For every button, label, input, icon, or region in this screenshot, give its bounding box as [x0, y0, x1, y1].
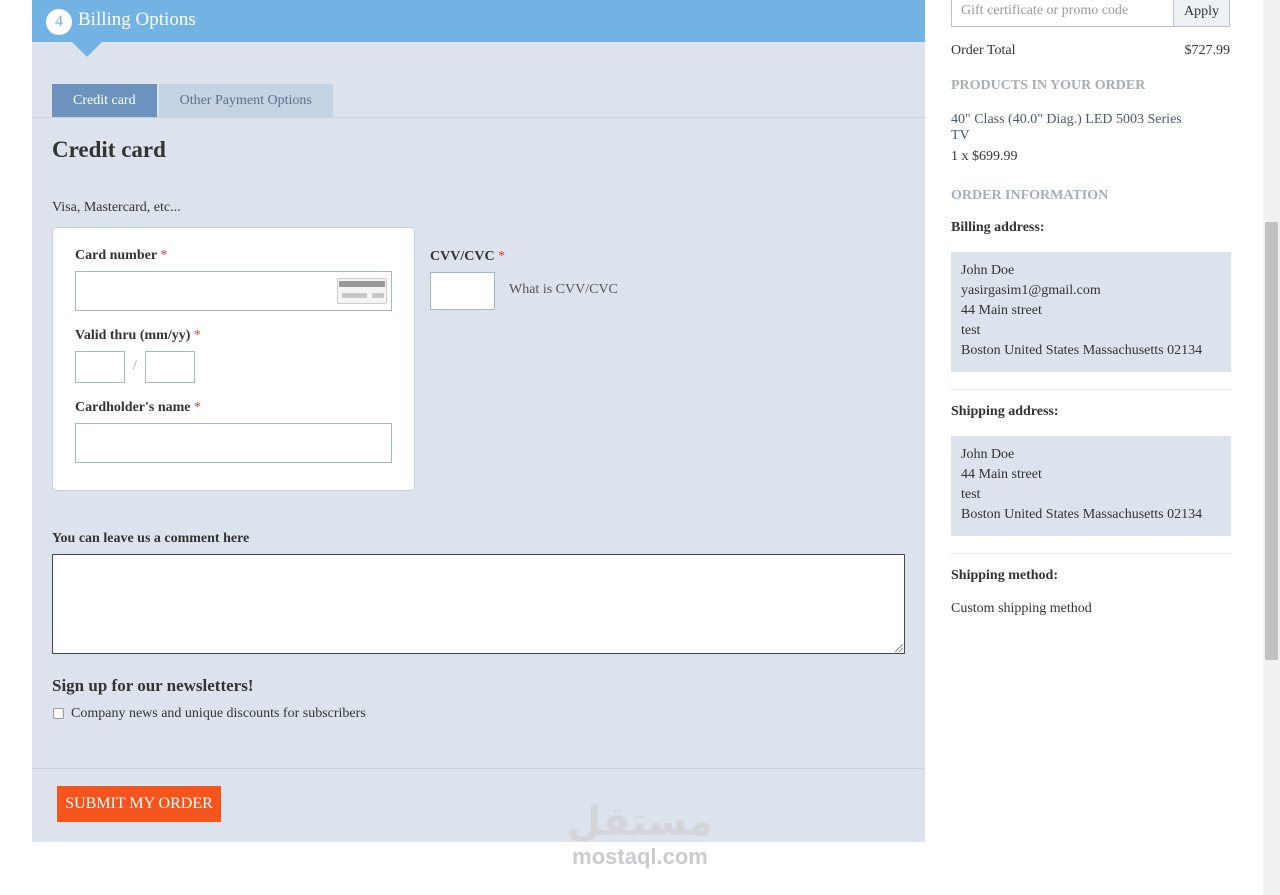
- billing-line2: test: [961, 323, 981, 338]
- expiry-month-input[interactable]: [75, 351, 125, 383]
- shipping-method-label: Shipping method:: [951, 568, 1058, 583]
- footer-divider: [32, 768, 925, 769]
- billing-panel: 4 Billing Options Credit card Other Paym…: [32, 0, 925, 842]
- valid-thru-label-text: Valid thru (mm/yy): [75, 328, 191, 343]
- promo-code-placeholder: Gift certificate or promo code: [961, 3, 1129, 18]
- billing-address-label: Billing address:: [951, 220, 1045, 235]
- cardholder-label: Cardholder's name *: [75, 400, 201, 416]
- submit-order-button[interactable]: SUBMIT MY ORDER: [57, 786, 221, 822]
- billing-address-box: John Doe yasirgasim1@gmail.com 44 Main s…: [951, 252, 1231, 372]
- shipping-line2: test: [961, 487, 981, 502]
- tabs-divider: [32, 117, 925, 118]
- cardholder-name-input[interactable]: [75, 423, 392, 463]
- cvv-label: CVV/CVC *: [430, 249, 505, 265]
- section-title: Billing Options: [78, 9, 196, 30]
- required-mark: *: [498, 249, 506, 264]
- date-separator: /: [133, 358, 137, 373]
- shipping-method-value: Custom shipping method: [951, 601, 1092, 616]
- shipping-city: Boston United States Massachusetts 02134: [961, 507, 1203, 522]
- promo-code-input[interactable]: Gift certificate or promo code: [951, 0, 1174, 27]
- payment-tabs: Credit card Other Payment Options: [52, 84, 335, 117]
- required-mark: *: [193, 328, 201, 343]
- scrollbar-thumb[interactable]: [1265, 222, 1278, 660]
- card-number-input[interactable]: [75, 271, 392, 311]
- shipping-address-box: John Doe 44 Main street test Boston Unit…: [951, 436, 1231, 536]
- sidebar-divider: [951, 553, 1231, 554]
- card-number-label: Card number *: [75, 248, 167, 264]
- billing-city: Boston United States Massachusetts 02134: [961, 343, 1203, 358]
- card-number-label-text: Card number: [75, 248, 157, 263]
- watermark: مستقل mostaql.com: [555, 800, 725, 870]
- order-total-label: Order Total: [951, 43, 1016, 58]
- order-total-value: $727.99: [1184, 43, 1231, 58]
- billing-name: John Doe: [961, 263, 1015, 278]
- newsletter-heading: Sign up for our newsletters!: [52, 676, 254, 695]
- credit-card-subtitle: Visa, Mastercard, etc...: [52, 200, 181, 215]
- product-name-link[interactable]: 40" Class (40.0" Diag.) LED 5003 Series …: [951, 112, 1201, 144]
- comment-label: You can leave us a comment here: [52, 531, 250, 546]
- step-number-badge: 4: [46, 9, 72, 35]
- required-mark: *: [194, 400, 201, 415]
- product-quantity-price: 1 x $699.99: [951, 149, 1018, 164]
- watermark-logo-arabic: مستقل: [566, 799, 714, 845]
- section-header: 4 Billing Options: [32, 0, 925, 42]
- shipping-street: 44 Main street: [961, 467, 1042, 482]
- shipping-address-label: Shipping address:: [951, 404, 1059, 419]
- shipping-name: John Doe: [961, 447, 1015, 462]
- newsletter-checkbox[interactable]: [53, 708, 64, 719]
- newsletter-option-label[interactable]: Company news and unique discounts for su…: [71, 706, 366, 722]
- comment-textarea[interactable]: [52, 554, 905, 654]
- billing-email: yasirgasim1@gmail.com: [961, 283, 1101, 298]
- header-pointer-icon: [72, 42, 102, 57]
- cvv-help-link[interactable]: What is CVV/CVC: [509, 282, 618, 298]
- cvv-input[interactable]: [430, 272, 495, 310]
- cardholder-label-text: Cardholder's name: [75, 400, 191, 415]
- watermark-logo-latin: mostaql.com: [572, 844, 708, 869]
- credit-card-heading: Credit card: [52, 137, 166, 162]
- tab-other-payment-options[interactable]: Other Payment Options: [158, 84, 333, 117]
- apply-promo-button[interactable]: Apply: [1173, 0, 1230, 27]
- billing-street: 44 Main street: [961, 303, 1042, 318]
- credit-card-icon: [337, 278, 387, 304]
- card-details-box: Card number * Valid thru (mm/yy) * / Car…: [52, 227, 415, 491]
- order-info-heading: ORDER INFORMATION: [951, 188, 1109, 203]
- sidebar-divider: [951, 389, 1231, 390]
- valid-thru-label: Valid thru (mm/yy) *: [75, 328, 201, 344]
- cvv-label-text: CVV/CVC: [430, 249, 495, 264]
- products-heading: PRODUCTS IN YOUR ORDER: [951, 78, 1146, 93]
- required-mark: *: [160, 248, 168, 263]
- resize-handle-icon[interactable]: [895, 644, 903, 652]
- tab-credit-card[interactable]: Credit card: [52, 84, 157, 117]
- expiry-year-input[interactable]: [145, 351, 195, 383]
